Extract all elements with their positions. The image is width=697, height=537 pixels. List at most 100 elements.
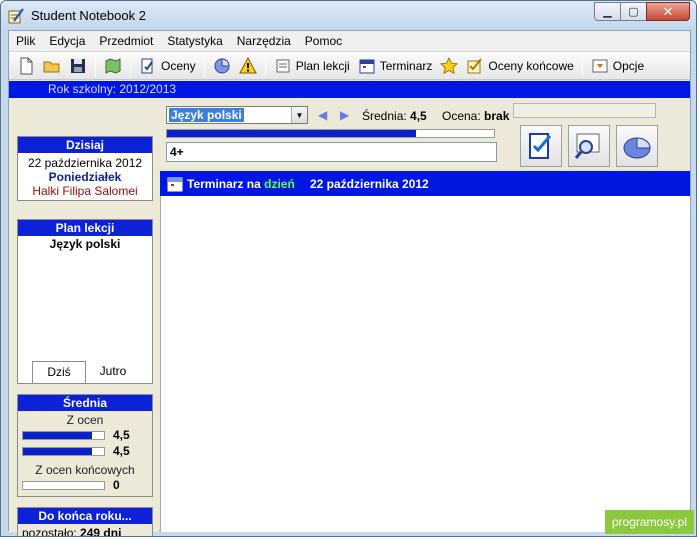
today-box: Dzisiaj 22 października 2012 Poniedziałe… — [17, 136, 153, 201]
minimize-button[interactable]: ▁ — [594, 2, 621, 21]
folder-open-icon — [43, 61, 60, 72]
average-row: 4,5 — [18, 443, 152, 459]
average-final-bar — [22, 480, 105, 490]
info-field — [513, 103, 656, 118]
map-icon — [105, 57, 121, 74]
menu-tools[interactable]: Narzędzia — [230, 34, 298, 48]
lesson-plan-item: Język polski — [49, 237, 121, 251]
school-year-label: Rok szkolny: 2012/2013 — [48, 82, 177, 96]
star-icon — [440, 56, 459, 74]
schedule-title-prefix: Terminarz na — [187, 177, 261, 191]
average-final-value: 0 — [113, 478, 120, 492]
average-row: 4,5 — [18, 427, 152, 443]
today-names: Halki Filipa Salomei — [32, 184, 138, 198]
lesson-plan-header: Plan lekcji — [18, 220, 152, 236]
today-header: Dzisiaj — [18, 137, 152, 153]
toolbar-separator — [95, 54, 96, 77]
toolbar-separator — [581, 54, 583, 77]
subject-grade-value: brak — [484, 109, 510, 123]
tab-tomorrow[interactable]: Jutro — [86, 361, 140, 383]
average-box: Średnia Z ocen 4,5 4,5 Z ocen końcowych … — [17, 394, 153, 497]
tab-today[interactable]: Dziś — [32, 361, 86, 383]
schedule-button[interactable]: Terminarz — [354, 54, 437, 78]
subject-progress-bar — [166, 129, 495, 138]
schedule-date: 22 października 2012 — [310, 177, 429, 191]
title-bar[interactable]: Student Notebook 2 ▁ ▢ ✕ — [1, 1, 696, 30]
toolbar-separator — [203, 54, 205, 77]
schedule-title: Terminarz na dzień — [187, 177, 295, 191]
chevron-down-icon[interactable]: ▼ — [291, 107, 307, 123]
statistics-chart-button[interactable] — [616, 125, 658, 167]
average-value: 4,5 — [113, 444, 130, 458]
map-button[interactable] — [100, 54, 126, 78]
menu-file[interactable]: Plik — [9, 34, 42, 48]
window-controls: ▁ ▢ ✕ — [594, 2, 690, 21]
year-end-remaining-value: 249 dni — [80, 526, 122, 537]
close-button[interactable]: ✕ — [646, 2, 690, 21]
edit-grades-icon — [529, 133, 552, 159]
lesson-plan-button-label: Plan lekcji — [295, 58, 350, 73]
floppy-disk-icon — [71, 58, 85, 73]
menu-edit[interactable]: Edycja — [42, 34, 92, 48]
subject-grade-label: Ocena: — [442, 109, 481, 123]
warning-button[interactable] — [235, 54, 261, 78]
subject-average: Średnia: 4,5 — [362, 109, 427, 123]
school-year-bar: Rok szkolny: 2012/2013 — [9, 81, 690, 98]
new-button[interactable] — [13, 54, 39, 78]
subject-average-label: Średnia: — [362, 109, 407, 123]
favorites-button[interactable] — [436, 54, 462, 78]
next-subject-icon[interactable]: ▶ — [340, 108, 349, 122]
grade-sheet-icon — [141, 58, 153, 73]
subject-selected: Język polski — [169, 108, 244, 122]
calendar-icon — [167, 177, 183, 192]
calendar-icon — [359, 59, 375, 73]
pie-chart-icon — [214, 57, 230, 73]
pie-chart-icon — [623, 137, 651, 159]
menu-subject[interactable]: Przedmiot — [92, 34, 160, 48]
statistics-button[interactable] — [209, 54, 235, 78]
lesson-plan-icon — [276, 59, 290, 72]
warning-icon — [238, 56, 257, 73]
options-button[interactable]: Opcje — [587, 54, 648, 78]
subject-grade: Ocena: brak — [442, 109, 509, 123]
new-document-icon — [20, 57, 33, 74]
today-weekday: Poniedziałek — [48, 170, 122, 184]
preview-button[interactable] — [568, 125, 610, 167]
app-window: Student Notebook 2 ▁ ▢ ✕ Plik Edycja Prz… — [0, 0, 697, 537]
grades-field[interactable]: 4+ — [166, 142, 497, 162]
toolbar: Oceny Plan lekcji Terminarz Oceny końcow… — [9, 51, 690, 80]
subject-average-value: 4,5 — [410, 109, 427, 123]
average-from-grades-label: Z ocen — [66, 413, 104, 427]
toolbar-separator — [264, 54, 266, 77]
maximize-button[interactable]: ▢ — [620, 2, 647, 21]
schedule-list[interactable] — [160, 196, 690, 532]
final-grades-button-label: Oceny końcowe — [488, 58, 574, 73]
menu-help[interactable]: Pomoc — [298, 34, 349, 48]
lesson-plan-button[interactable]: Plan lekcji — [270, 54, 354, 78]
window-title: Student Notebook 2 — [31, 8, 146, 23]
save-button[interactable] — [65, 54, 91, 78]
edit-grades-button[interactable] — [520, 125, 562, 167]
previous-subject-icon[interactable]: ◀ — [318, 108, 327, 122]
subject-select[interactable]: Język polski ▼ — [166, 106, 308, 124]
final-grades-button[interactable]: Oceny końcowe — [462, 54, 577, 78]
schedule-title-highlight[interactable]: dzień — [264, 177, 295, 191]
grades-button[interactable]: Oceny — [135, 54, 200, 78]
toolbar-separator — [130, 54, 131, 77]
client-area: Plik Edycja Przedmiot Statystyka Narzędz… — [8, 30, 691, 536]
average-bar — [22, 446, 105, 456]
year-end-remaining-label: pozostało: — [22, 526, 77, 537]
average-final-row: 0 — [18, 477, 152, 493]
main-panel: Język polski ▼ ◀ ▶ Średnia: 4,5 Ocena: b… — [159, 99, 690, 532]
watermark: programosy.pl — [604, 510, 694, 534]
average-value: 4,5 — [113, 428, 130, 442]
menu-statistics[interactable]: Statystyka — [160, 34, 229, 48]
today-date: 22 października 2012 — [27, 156, 143, 170]
open-button[interactable] — [39, 54, 65, 78]
left-panel: Dzisiaj 22 października 2012 Poniedziałe… — [9, 99, 159, 536]
average-bar — [22, 430, 105, 440]
checkbox-icon — [467, 57, 483, 73]
grades-button-label: Oceny — [161, 58, 196, 73]
options-button-label: Opcje — [612, 58, 645, 73]
menu-bar: Plik Edycja Przedmiot Statystyka Narzędz… — [9, 31, 690, 51]
